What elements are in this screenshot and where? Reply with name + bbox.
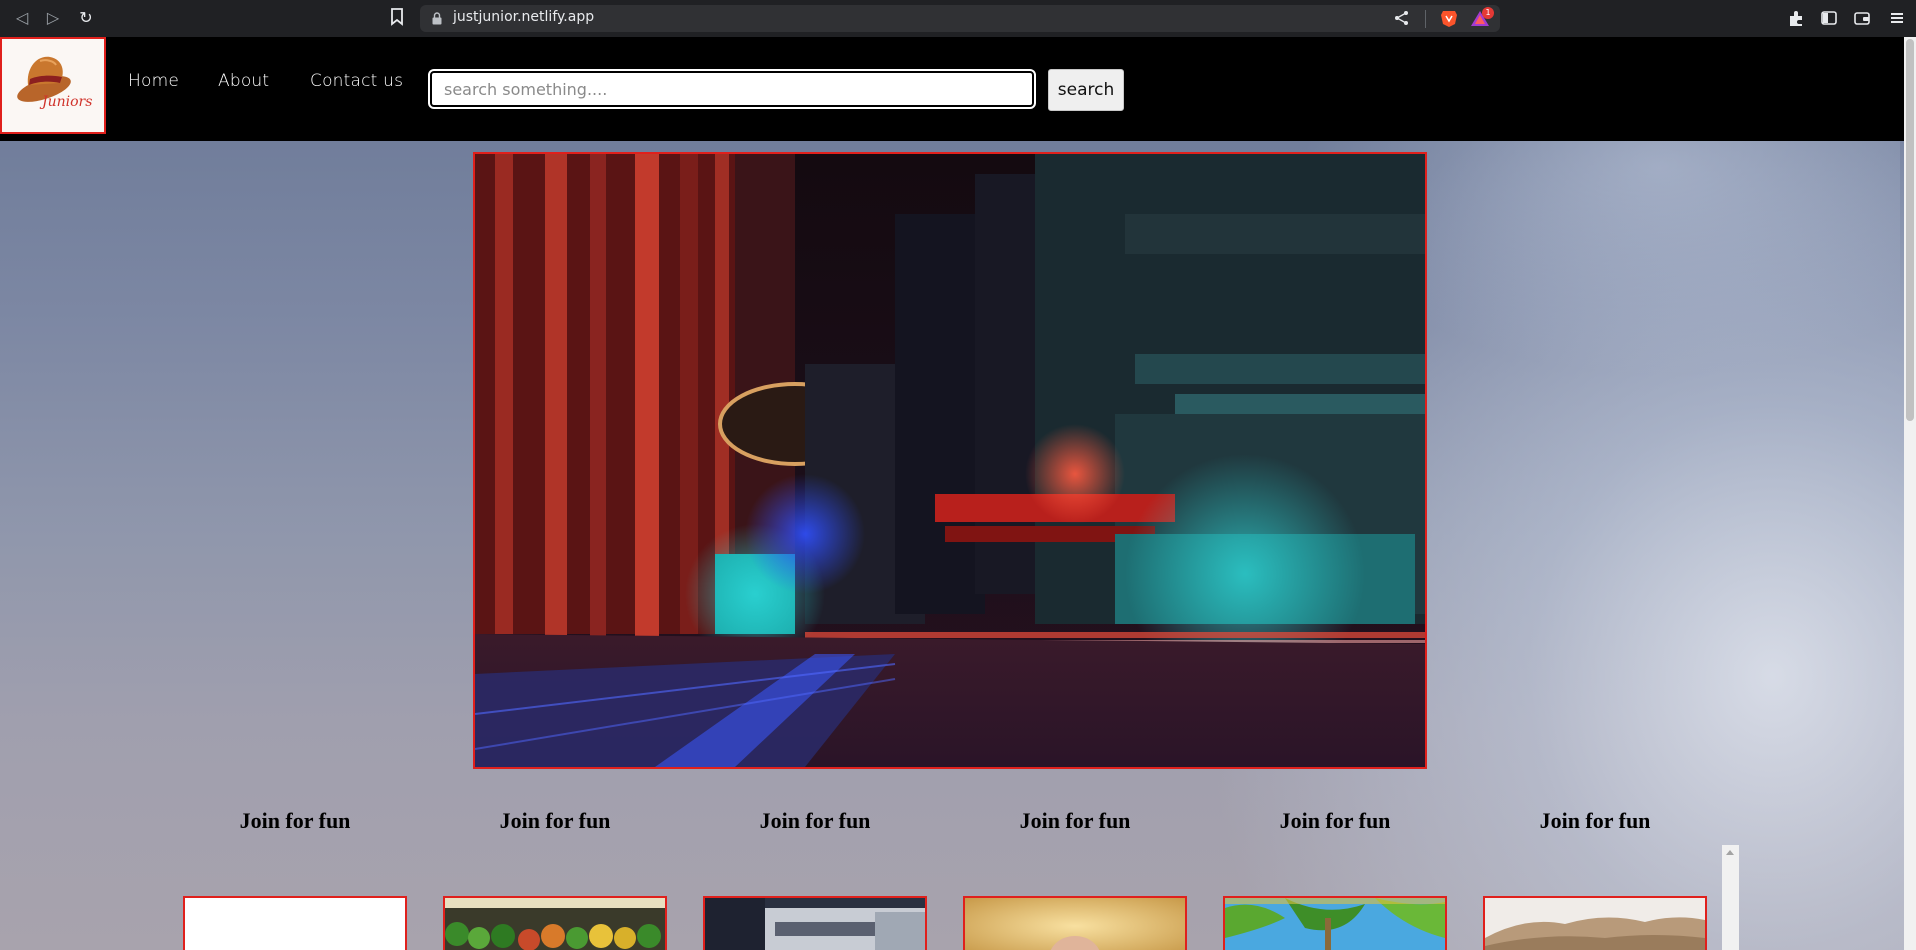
card-image[interactable]	[183, 896, 407, 950]
city-street-illustration	[475, 154, 1425, 767]
back-icon[interactable]: ◁	[10, 6, 34, 30]
street-photo	[705, 898, 925, 950]
url-divider	[1425, 10, 1426, 28]
rewards-badge: 1	[1482, 7, 1494, 19]
palm-trees-photo	[1225, 898, 1445, 950]
brave-shields-icon[interactable]	[1440, 9, 1458, 28]
card-image[interactable]	[963, 896, 1187, 950]
portrait-photo	[965, 898, 1185, 950]
nav-contact-link[interactable]: Contact us	[310, 71, 403, 91]
card-title: Join for fun	[1539, 808, 1651, 833]
card-title: Join for fun	[499, 808, 611, 833]
reload-icon[interactable]: ↻	[74, 6, 98, 30]
browser-toolbar: ◁ ▷ ↻ justjunior.netlify.app 1	[0, 0, 1916, 37]
url-text[interactable]: justjunior.netlify.app	[453, 9, 594, 25]
page-scrollbar[interactable]	[1904, 37, 1916, 950]
lock-icon	[432, 12, 442, 25]
page-scrollbar-thumb[interactable]	[1906, 39, 1914, 421]
card-image[interactable]	[1483, 896, 1707, 950]
site-header: Juniors Home About Contact us search	[0, 37, 1904, 141]
cards-scrollbar[interactable]	[1722, 845, 1739, 950]
search-button[interactable]: search	[1048, 69, 1124, 111]
card-title: Join for fun	[1279, 808, 1391, 833]
search-input[interactable]	[428, 69, 1036, 109]
sidebar-icon[interactable]	[1820, 9, 1838, 27]
site-logo[interactable]: Juniors	[0, 37, 106, 134]
scroll-up-icon[interactable]	[1726, 850, 1734, 855]
mountain-photo	[1485, 898, 1705, 950]
nav-about-link[interactable]: About	[218, 71, 269, 91]
share-icon[interactable]	[1394, 10, 1410, 26]
card-title: Join for fun	[759, 808, 871, 833]
wallet-icon[interactable]	[1853, 9, 1871, 27]
vegetables-photo	[445, 898, 665, 950]
hero-image	[473, 152, 1427, 769]
card-title: Join for fun	[239, 808, 351, 833]
forward-icon[interactable]: ▷	[41, 6, 65, 30]
nav-home-link[interactable]: Home	[128, 71, 179, 91]
card-image[interactable]	[703, 896, 927, 950]
bookmark-icon[interactable]	[390, 8, 404, 26]
page-viewport: Juniors Home About Contact us search som…	[0, 37, 1916, 950]
card-image[interactable]	[443, 896, 667, 950]
logo-text: Juniors	[42, 94, 93, 110]
extensions-icon[interactable]	[1787, 9, 1805, 27]
card-title: Join for fun	[1019, 808, 1131, 833]
address-bar[interactable]: justjunior.netlify.app 1	[420, 5, 1500, 32]
card-image[interactable]	[1223, 896, 1447, 950]
menu-icon[interactable]	[1888, 9, 1906, 27]
